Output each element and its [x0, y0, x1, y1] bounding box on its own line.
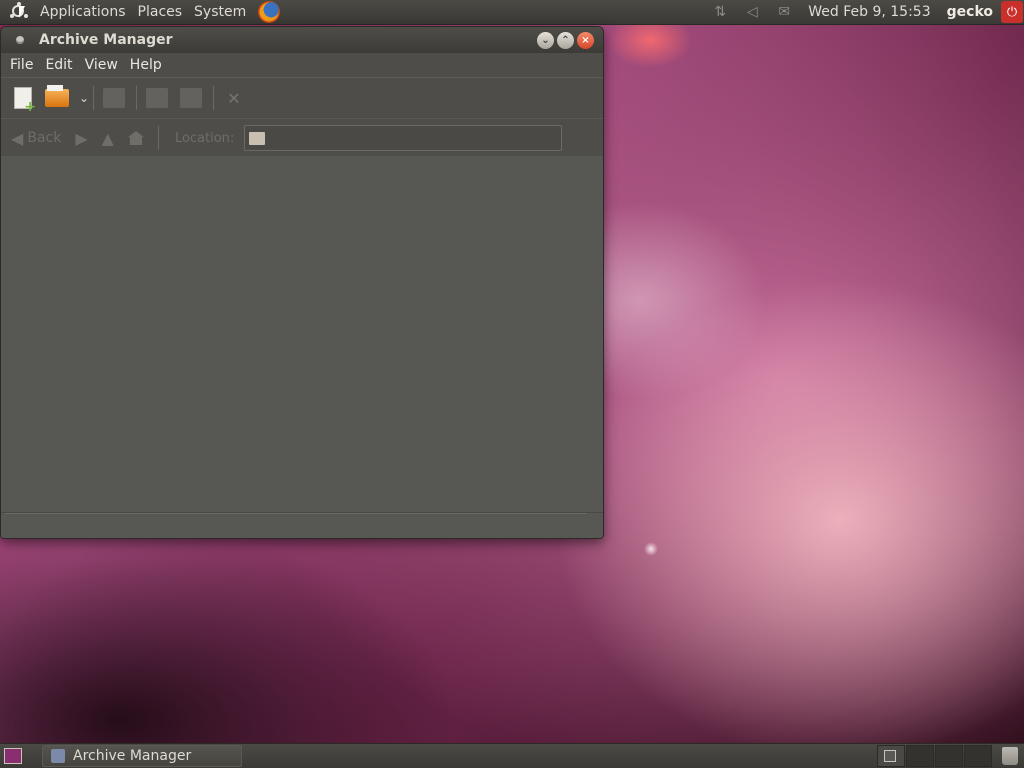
firefox-icon[interactable]: [258, 1, 281, 23]
workspace-2[interactable]: [906, 745, 934, 767]
toolbar-separator: [213, 86, 214, 110]
up-arrow-icon: ▲: [101, 128, 114, 148]
add-folder-button[interactable]: [177, 84, 205, 112]
menu-view[interactable]: View: [79, 53, 124, 77]
folder-icon: [249, 131, 266, 145]
statusbar: [1, 512, 603, 538]
home-icon[interactable]: [127, 131, 144, 145]
workspace-4[interactable]: [964, 745, 992, 767]
extract-icon: [103, 88, 125, 108]
maximize-button[interactable]: ⌃: [557, 31, 574, 49]
toolbar: ⌄ ✕: [1, 77, 603, 118]
mouse-cursor-icon: [19, 6, 25, 18]
window-title: Archive Manager: [39, 32, 173, 48]
window-controls: ⌄ ⌃ ×: [534, 31, 594, 49]
back-arrow-icon: ◀: [11, 128, 24, 148]
minimize-button[interactable]: ⌄: [537, 31, 554, 49]
stop-button[interactable]: ✕: [220, 84, 248, 112]
archive-manager-window: Archive Manager ⌄ ⌃ × File Edit View Hel…: [0, 26, 604, 539]
back-label: Back: [27, 130, 62, 146]
taskbar-item-label: Archive Manager: [73, 748, 192, 764]
up-button[interactable]: ▲: [102, 129, 114, 148]
open-archive-icon: [45, 85, 69, 107]
location-field[interactable]: [244, 125, 563, 151]
location-label: Location:: [174, 130, 235, 146]
network-icon[interactable]: ⇅: [712, 4, 728, 20]
menu-places[interactable]: Places: [132, 0, 189, 24]
taskbar-item-archive-manager[interactable]: Archive Manager: [42, 745, 242, 767]
location-separator: [157, 126, 159, 150]
add-folder-icon: [180, 88, 202, 108]
workspace-1[interactable]: [877, 745, 905, 767]
location-bar: ◀ Back ▶ ▲ Location:: [1, 118, 603, 157]
toolbar-separator: [93, 86, 94, 110]
open-archive-button[interactable]: [43, 84, 71, 112]
menubar: File Edit View Help: [1, 53, 603, 77]
new-archive-icon: [14, 87, 36, 115]
bottom-panel: Archive Manager: [0, 743, 1024, 768]
add-files-icon: [146, 88, 168, 108]
menu-help[interactable]: Help: [124, 53, 168, 77]
trash-icon[interactable]: [1002, 747, 1018, 765]
panel-right-area: ⇅ ◁ ✉ Wed Feb 9, 15:53 gecko ⏻: [704, 0, 1024, 24]
mail-icon[interactable]: ✉: [776, 4, 792, 20]
stop-icon: ✕: [227, 88, 241, 108]
clock[interactable]: Wed Feb 9, 15:53: [800, 4, 938, 20]
back-button[interactable]: ◀ Back: [11, 129, 61, 148]
volume-icon[interactable]: ◁: [744, 4, 760, 20]
wallpaper-sparkle: [644, 542, 658, 556]
top-panel: Applications Places System ⇅ ◁ ✉ Wed Feb…: [0, 0, 1024, 25]
archive-manager-icon: [51, 749, 65, 763]
menu-edit[interactable]: Edit: [39, 53, 78, 77]
toolbar-separator: [136, 86, 137, 110]
window-menu-icon[interactable]: [16, 36, 24, 44]
archive-contents-area[interactable]: [1, 156, 603, 513]
recent-archives-dropdown-icon[interactable]: ⌄: [77, 91, 91, 105]
power-icon[interactable]: ⏻: [1001, 1, 1023, 23]
menu-system[interactable]: System: [188, 0, 252, 24]
workspace-3[interactable]: [935, 745, 963, 767]
menu-applications[interactable]: Applications: [34, 0, 132, 24]
extract-button[interactable]: [100, 84, 128, 112]
workspace-switcher: [876, 745, 992, 767]
forward-arrow-icon: ▶: [75, 128, 88, 148]
forward-button[interactable]: ▶: [75, 129, 87, 148]
show-desktop-icon[interactable]: [4, 748, 22, 764]
add-files-button[interactable]: [143, 84, 171, 112]
menu-file[interactable]: File: [4, 53, 39, 77]
close-button[interactable]: ×: [577, 31, 594, 49]
new-archive-button[interactable]: [9, 84, 37, 115]
window-titlebar[interactable]: Archive Manager ⌄ ⌃ ×: [1, 27, 603, 53]
user-menu[interactable]: gecko: [939, 4, 1001, 20]
